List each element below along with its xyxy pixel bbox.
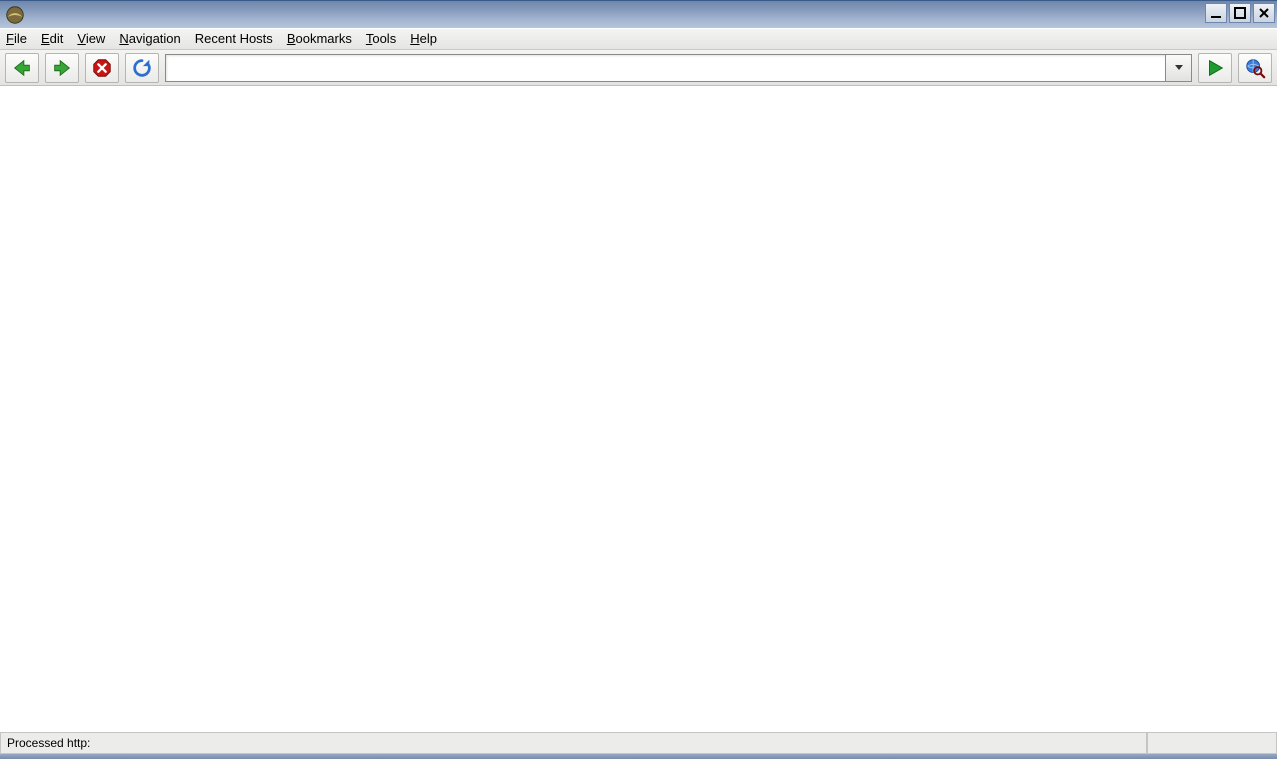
arrow-right-icon (51, 57, 73, 79)
status-text: Processed http: (0, 733, 1147, 754)
arrow-left-icon (11, 57, 33, 79)
url-combo (165, 54, 1192, 82)
close-button[interactable] (1253, 3, 1275, 23)
reload-icon (131, 57, 153, 79)
search-button[interactable] (1238, 53, 1272, 83)
go-button[interactable] (1198, 53, 1232, 83)
go-icon (1204, 57, 1226, 79)
menubar: File Edit View Navigation Recent Hosts B… (0, 28, 1277, 50)
back-button[interactable] (5, 53, 39, 83)
menu-view[interactable]: View (77, 29, 105, 49)
forward-button[interactable] (45, 53, 79, 83)
menu-navigation[interactable]: Navigation (119, 29, 180, 49)
minimize-button[interactable] (1205, 3, 1227, 23)
window-controls (1205, 3, 1275, 23)
window-frame-bottom (0, 754, 1277, 759)
app-icon (4, 4, 26, 26)
menu-help[interactable]: Help (410, 29, 437, 49)
stop-button[interactable] (85, 53, 119, 83)
menu-tools[interactable]: Tools (366, 29, 396, 49)
url-dropdown-button[interactable] (1166, 54, 1192, 82)
menu-file[interactable]: File (6, 29, 27, 49)
menu-bookmarks[interactable]: Bookmarks (287, 29, 352, 49)
url-input[interactable] (165, 54, 1166, 82)
maximize-button[interactable] (1229, 3, 1251, 23)
titlebar (0, 0, 1277, 28)
reload-button[interactable] (125, 53, 159, 83)
status-tray (1147, 733, 1277, 754)
statusbar: Processed http: (0, 732, 1277, 754)
search-web-icon (1244, 57, 1266, 79)
stop-icon (91, 57, 113, 79)
menu-recent-hosts[interactable]: Recent Hosts (195, 29, 273, 49)
page-content (0, 86, 1277, 732)
menu-edit[interactable]: Edit (41, 29, 63, 49)
toolbar (0, 50, 1277, 86)
